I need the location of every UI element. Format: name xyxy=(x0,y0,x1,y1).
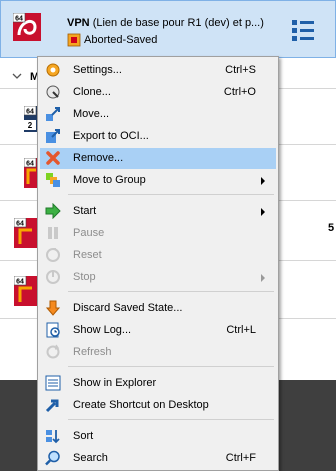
stop-icon xyxy=(46,270,60,284)
menu-item-shortcut: Ctrl+S xyxy=(225,64,256,76)
start-icon xyxy=(45,203,61,219)
vm-os-icon: 64 xyxy=(13,13,41,41)
reset-icon xyxy=(46,248,60,262)
menu-item-refresh[interactable]: Refresh xyxy=(40,342,276,363)
submenu-arrow-icon xyxy=(261,274,265,282)
settings-icon xyxy=(46,63,60,77)
log-icon xyxy=(46,322,60,338)
menu-item-label: Refresh xyxy=(73,346,112,358)
menu-item-clone[interactable]: Clone... Ctrl+O xyxy=(40,82,276,103)
vm-name-main: VPN xyxy=(67,17,90,29)
menu-item-show-in-explorer[interactable]: Show in Explorer xyxy=(40,373,276,394)
menu-item-label: Reset xyxy=(73,249,102,261)
menu-item-create-shortcut[interactable]: Create Shortcut on Desktop xyxy=(40,395,276,416)
menu-item-show-log[interactable]: Show Log... Ctrl+L xyxy=(40,320,276,341)
menu-item-move[interactable]: Move... xyxy=(40,104,276,125)
menu-item-label: Remove... xyxy=(73,152,124,164)
menu-item-pause[interactable]: Pause xyxy=(40,223,276,244)
sort-icon xyxy=(46,430,60,444)
menu-separator xyxy=(68,366,274,367)
menu-item-reset[interactable]: Reset xyxy=(40,245,276,266)
pause-icon xyxy=(48,227,58,239)
svg-text:2: 2 xyxy=(28,121,33,130)
menu-separator xyxy=(68,291,274,292)
export-icon xyxy=(46,129,60,143)
menu-item-label: Move to Group xyxy=(73,174,146,186)
menu-item-label: Clone... xyxy=(73,86,111,98)
menu-item-label: Stop xyxy=(73,271,96,283)
clone-icon xyxy=(46,85,60,99)
move-icon xyxy=(46,107,60,121)
svg-text:64: 64 xyxy=(26,109,34,116)
vm-state: Aborted-Saved xyxy=(67,33,157,47)
vm-row-selected[interactable]: 64 VPN (Lien de base pour R1 (dev) et p.… xyxy=(0,0,336,58)
vm-os-icon: 64 xyxy=(14,218,38,248)
menu-item-settings[interactable]: Settings... Ctrl+S xyxy=(40,60,276,81)
aborted-saved-icon xyxy=(67,33,81,47)
menu-item-label: Start xyxy=(73,205,97,217)
menu-item-stop[interactable]: Stop xyxy=(40,267,276,288)
os-badge: 64 xyxy=(15,16,23,23)
menu-item-shortcut: Ctrl+O xyxy=(223,86,256,98)
move-to-group-icon xyxy=(46,173,60,187)
vm-name-description: (Lien de base pour R1 (dev) et p...) xyxy=(92,17,264,29)
submenu-arrow-icon xyxy=(261,208,265,216)
menu-item-start[interactable]: Start xyxy=(40,201,276,222)
details-menu-icon[interactable] xyxy=(289,17,317,45)
menu-item-shortcut: Ctrl+L xyxy=(226,324,256,336)
context-menu: Settings... Ctrl+S Clone... Ctrl+O Move.… xyxy=(37,56,279,471)
vm-row-side-text: 5 xyxy=(328,222,335,234)
menu-item-remove[interactable]: Remove... xyxy=(40,148,276,169)
svg-text:64: 64 xyxy=(26,161,34,168)
svg-text:64: 64 xyxy=(16,221,24,228)
menu-item-search[interactable]: Search Ctrl+F xyxy=(40,448,276,469)
menu-item-label: Show in Explorer xyxy=(73,377,157,389)
menu-separator xyxy=(68,194,274,195)
discard-icon xyxy=(45,300,61,316)
explorer-icon xyxy=(45,375,61,391)
svg-text:64: 64 xyxy=(16,279,24,286)
menu-separator xyxy=(68,419,274,420)
menu-item-label: Show Log... xyxy=(73,324,132,336)
chevron-down-icon[interactable] xyxy=(12,71,22,81)
menu-item-label: Move... xyxy=(73,108,110,120)
menu-item-label: Pause xyxy=(73,227,105,239)
menu-item-label: Sort xyxy=(73,430,94,442)
menu-item-label: Create Shortcut on Desktop xyxy=(73,399,209,411)
menu-item-label: Export to OCI... xyxy=(73,130,149,142)
search-icon xyxy=(45,450,60,466)
menu-item-shortcut: Ctrl+F xyxy=(225,452,256,464)
submenu-arrow-icon xyxy=(261,177,265,185)
menu-item-sort[interactable]: Sort xyxy=(40,426,276,447)
refresh-icon xyxy=(46,344,60,359)
vm-os-icon: 64 xyxy=(14,276,38,306)
menu-item-move-to-group[interactable]: Move to Group xyxy=(40,170,276,191)
menu-item-discard-saved-state[interactable]: Discard Saved State... xyxy=(40,298,276,319)
menu-item-export-oci[interactable]: Export to OCI... xyxy=(40,126,276,147)
menu-item-label: Discard Saved State... xyxy=(73,302,183,314)
menu-item-label: Search xyxy=(73,452,108,464)
vm-name: VPN (Lien de base pour R1 (dev) et p...) xyxy=(67,17,264,29)
shortcut-icon xyxy=(45,399,59,413)
vm-state-label: Aborted-Saved xyxy=(84,34,158,46)
remove-icon xyxy=(46,151,60,165)
menu-item-label: Settings... xyxy=(73,64,122,76)
